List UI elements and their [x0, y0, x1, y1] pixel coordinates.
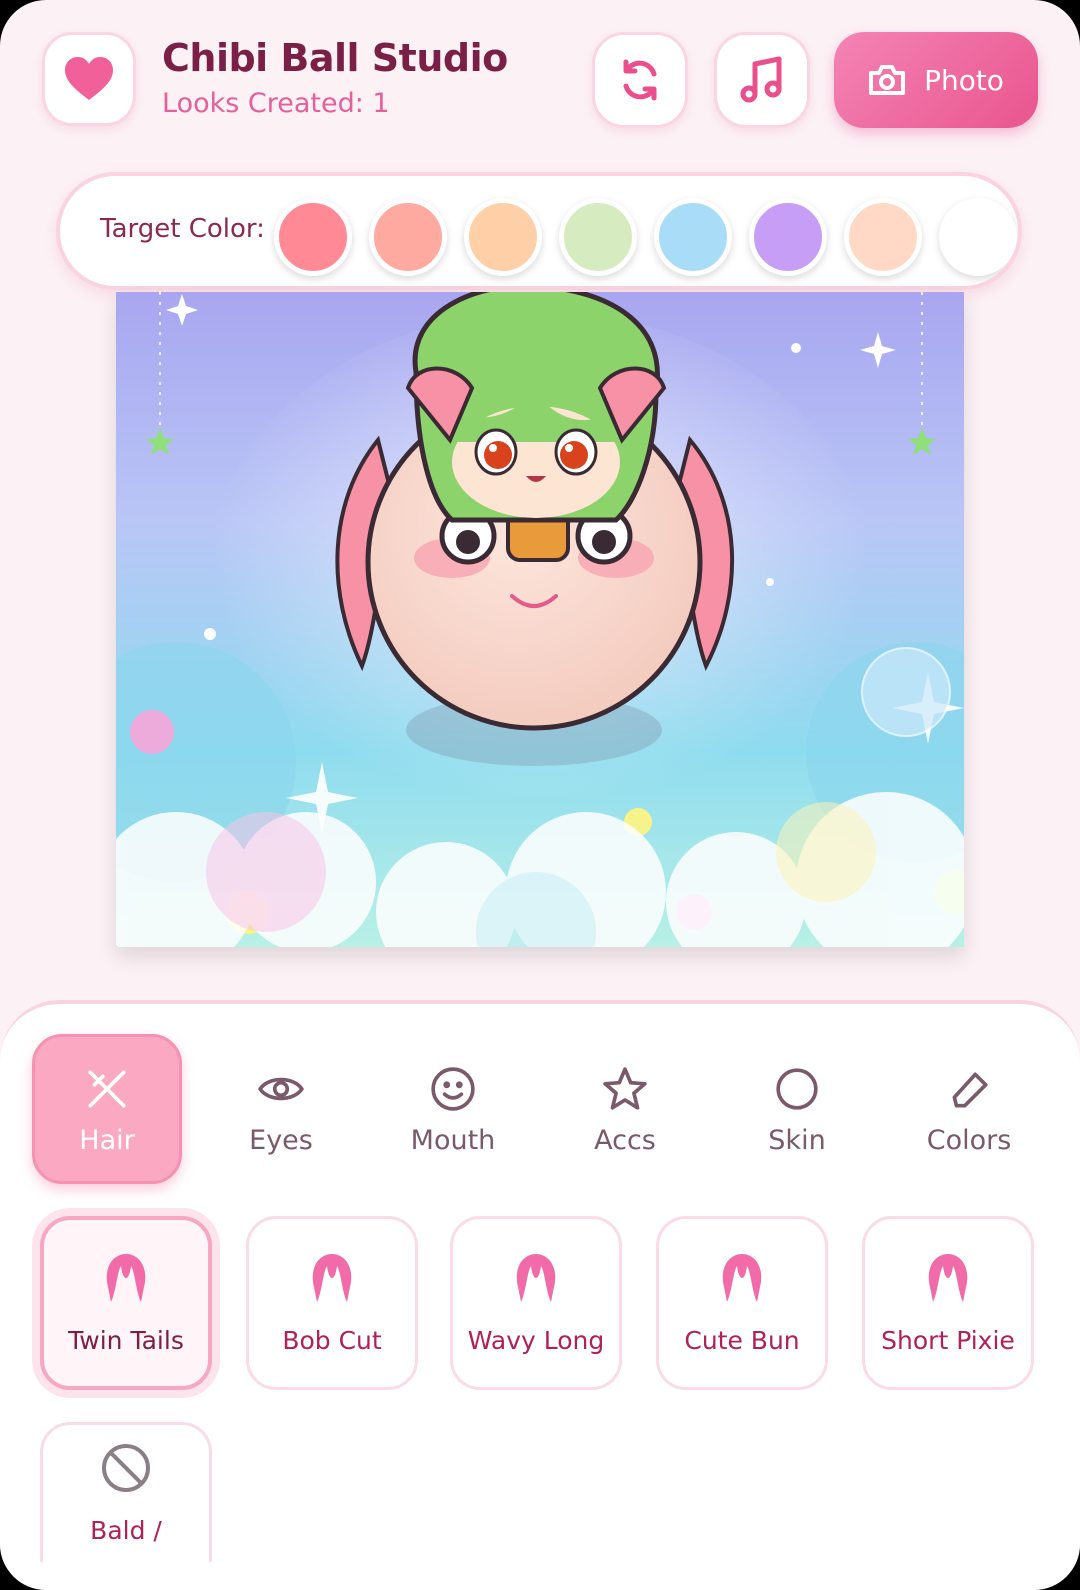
hair-option-bald[interactable]: Bald /	[40, 1422, 212, 1562]
music-note-icon	[740, 56, 782, 103]
editor-panel: Hair Eyes Mouth Accs Skin Colors Twin Tails Bo…	[0, 1000, 1080, 1590]
logo-heart-button[interactable]	[42, 32, 136, 126]
character-stage	[116, 292, 964, 947]
hair-option-label: Bob Cut	[282, 1325, 382, 1355]
hair-option-label: Short Pixie	[881, 1325, 1015, 1355]
color-swatch[interactable]	[464, 198, 542, 276]
tab-skin[interactable]: Skin	[722, 1034, 872, 1184]
hair-option-short-pixie[interactable]: Short Pixie	[862, 1216, 1034, 1390]
color-swatch[interactable]	[749, 198, 827, 276]
target-color-bar: Target Color:	[56, 172, 1022, 290]
tab-accs[interactable]: Accs	[550, 1034, 700, 1184]
target-color-label: Target Color:	[100, 214, 265, 244]
color-swatch[interactable]	[559, 198, 637, 276]
tab-eyes[interactable]: Eyes	[206, 1034, 356, 1184]
color-swatch[interactable]	[274, 198, 352, 276]
tab-label: Skin	[768, 1124, 826, 1156]
hair-option-cute-bun[interactable]: Cute Bun	[656, 1216, 828, 1390]
star-icon	[602, 1063, 648, 1115]
hair-icon	[719, 1252, 765, 1310]
camera-icon	[869, 65, 906, 95]
refresh-icon	[623, 59, 657, 101]
smile-icon	[430, 1063, 476, 1115]
color-swatch[interactable]	[844, 198, 922, 276]
photo-button[interactable]: Photo	[834, 32, 1038, 128]
color-swatch[interactable]	[654, 198, 732, 276]
tab-colors[interactable]: Colors	[894, 1034, 1044, 1184]
hair-icon	[309, 1252, 355, 1310]
reset-button[interactable]	[592, 32, 688, 128]
color-swatch[interactable]	[939, 198, 1017, 276]
eraser-icon	[946, 1063, 992, 1115]
tab-mouth[interactable]: Mouth	[378, 1034, 528, 1184]
eye-icon	[258, 1063, 304, 1115]
scissors-icon	[84, 1063, 130, 1115]
hair-option-bob-cut[interactable]: Bob Cut	[246, 1216, 418, 1390]
circle-icon	[774, 1063, 820, 1115]
hair-option-label: Wavy Long	[467, 1325, 605, 1355]
tab-label: Colors	[926, 1124, 1012, 1156]
color-swatch[interactable]	[369, 198, 447, 276]
app-screen: Chibi Ball Studio Looks Created: 1 Photo…	[0, 0, 1080, 1590]
tab-hair[interactable]: Hair	[32, 1034, 182, 1184]
photo-button-label: Photo	[924, 63, 1004, 97]
prohibited-icon	[100, 1442, 152, 1500]
stage-scene	[116, 292, 964, 947]
app-title: Chibi Ball Studio	[162, 36, 508, 80]
tab-label: Mouth	[410, 1124, 496, 1156]
hair-option-wavy-long[interactable]: Wavy Long	[450, 1216, 622, 1390]
tab-label: Eyes	[249, 1124, 313, 1156]
hair-option-twin-tails[interactable]: Twin Tails	[40, 1216, 212, 1390]
hair-option-label: Bald /	[90, 1516, 162, 1545]
tab-label: Accs	[594, 1124, 656, 1156]
tab-label: Hair	[79, 1124, 135, 1156]
heart-icon	[65, 57, 113, 100]
hair-option-label: Twin Tails	[68, 1325, 184, 1355]
music-button[interactable]	[714, 32, 810, 128]
looks-created-counter: Looks Created: 1	[162, 88, 390, 119]
hair-option-label: Cute Bun	[684, 1325, 800, 1355]
hair-icon	[103, 1252, 149, 1310]
hair-icon	[925, 1252, 971, 1310]
hair-icon	[513, 1252, 559, 1310]
